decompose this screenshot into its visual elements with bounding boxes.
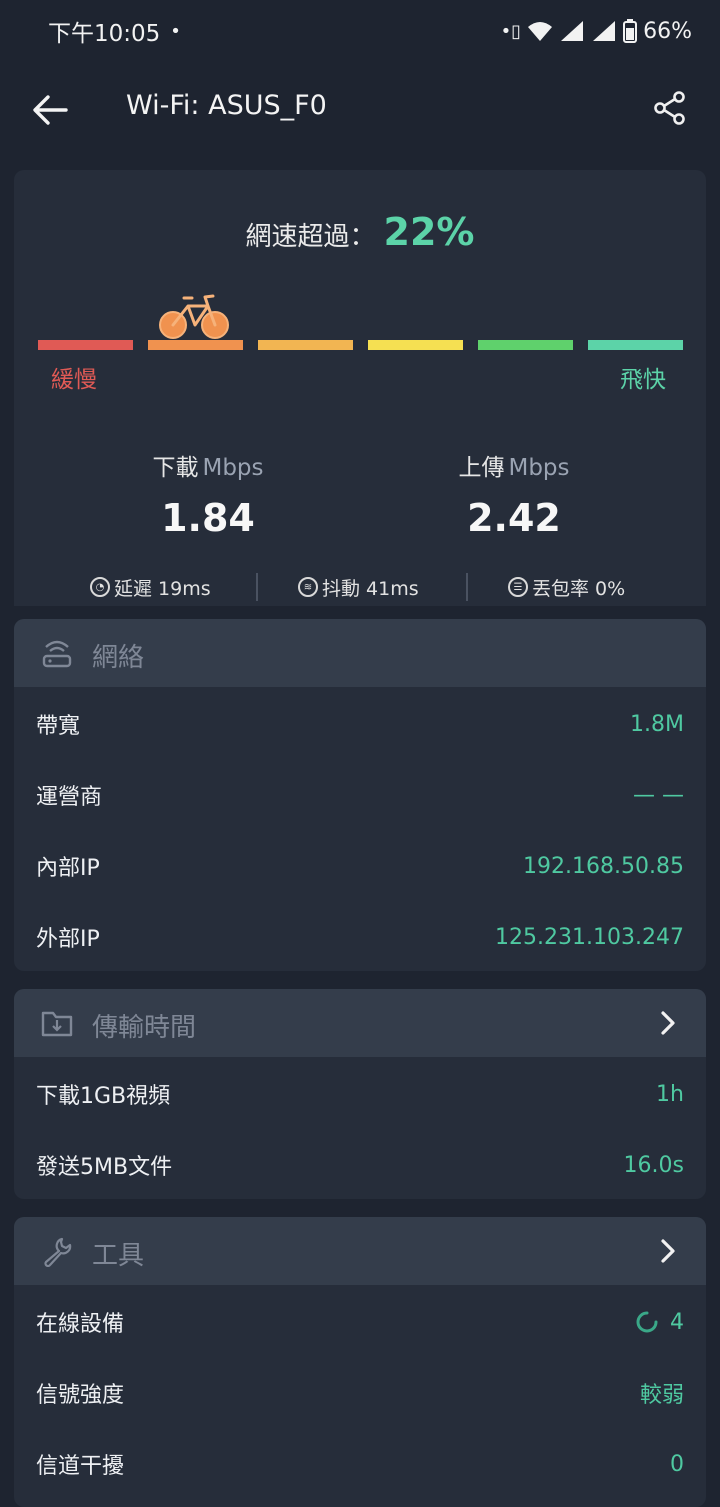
tools-row-signal-strength[interactable]: 信號強度 較弱 [14,1358,706,1428]
row-value: 4 [670,1309,684,1335]
wifi-icon [528,22,553,41]
battery-level: 66% [643,18,692,44]
row-label: 帶寬 [36,714,81,739]
router-icon [42,640,72,668]
chevron-right-icon[interactable] [654,1009,682,1037]
network-row-internal-ip: 內部IP 192.168.50.85 [14,831,706,901]
network-row-bandwidth: 帶寬 1.8M [14,689,706,759]
tools-row-channel-interference[interactable]: 信道干擾 0 [14,1429,706,1499]
transfer-header[interactable]: 傳輸時間 [14,989,706,1057]
row-label: 信號強度 [36,1383,125,1408]
upload-unit: Mbps [508,455,570,481]
packet-loss-stat: ☰ 丟包率 0% [508,574,625,601]
tools-row-online-devices[interactable]: 在線設備 4 [14,1287,706,1357]
row-value: 192.168.50.85 [523,853,684,879]
transfer-time-card[interactable]: 傳輸時間 下載1GB視頻 1h 發送5MB文件 16.0s [14,989,706,1199]
network-row-carrier: 運營商 — — [14,760,706,830]
speed-level-segment [38,340,133,350]
row-value: 125.231.103.247 [495,924,684,950]
page-title: Wi-Fi: ASUS_F0 [126,90,327,121]
quality-stats: ◔ 延遲 19ms ≋ 抖動 41ms ☰ 丟包率 0% [14,572,706,602]
upload-value: 2.42 [467,496,561,540]
tools-card[interactable]: 工具 在線設備 4 信號強度 較弱 信道干擾 0 [14,1217,706,1507]
speed-level-bar [38,340,683,352]
battery-icon [623,19,638,43]
network-row-external-ip: 外部IP 125.231.103.247 [14,902,706,972]
speed-rank-percent: 22% [383,210,475,254]
wrench-icon [44,1237,72,1267]
status-time: 下午10:05 [48,21,161,47]
row-label: 內部IP [36,856,100,881]
download-value: 1.84 [161,496,255,540]
status-icons: •▯ 66% [501,19,692,44]
arrow-left-icon[interactable] [30,90,70,130]
speed-level-segment [478,340,573,350]
tools-header[interactable]: 工具 [14,1217,706,1285]
latency-stat: ◔ 延遲 19ms [90,574,211,601]
row-label: 信道干擾 [36,1454,125,1479]
transfer-title: 傳輸時間 [92,1013,197,1043]
share-icon[interactable] [652,90,688,126]
row-value: 1h [656,1081,684,1107]
transfer-row-video: 下載1GB視頻 1h [14,1059,706,1129]
download-folder-icon [41,1011,73,1037]
status-bar: 下午10:05 • •▯ 66% [0,0,720,62]
upload-metric: 上傳 Mbps 2.42 [394,448,634,540]
packet-loss-value: 丟包率 0% [532,577,626,600]
speed-headline: 網速超過： 22% [14,210,706,254]
upload-label: 上傳 [458,455,505,481]
row-label: 在線設備 [36,1312,125,1337]
speed-level-segment [368,340,463,350]
vibrate-icon: •▯ [500,20,522,42]
bicycle-icon [159,294,229,339]
speed-level-segment [588,340,683,350]
chevron-right-icon[interactable] [654,1237,682,1265]
packet-loss-icon: ☰ [508,577,528,597]
signal-2-icon [593,21,616,41]
row-value: 1.8M [630,711,684,737]
latency-value: 延遲 19ms [114,577,211,600]
row-label: 發送5MB文件 [36,1155,173,1180]
signal-1-icon [561,21,584,41]
row-label: 外部IP [36,927,100,952]
transfer-row-file: 發送5MB文件 16.0s [14,1130,706,1200]
loading-spinner-icon [636,1311,658,1333]
fast-label: 飛快 [620,367,666,393]
stat-divider [466,573,468,601]
speed-level-segment [148,340,243,350]
row-value: 較弱 [639,1383,684,1408]
download-unit: Mbps [202,455,264,481]
jitter-icon: ≋ [298,577,318,597]
row-value: 0 [670,1451,684,1477]
speed-rank-label: 網速超過： [245,222,376,252]
row-label: 運營商 [36,785,103,810]
row-label: 下載1GB視頻 [36,1084,171,1109]
jitter-value: 抖動 41ms [322,577,419,600]
row-value: — — [633,782,684,808]
latency-icon: ◔ [90,577,110,597]
tools-title: 工具 [92,1241,145,1271]
speed-summary-card: 網速超過： 22% 緩慢 飛快 下載 Mbps 1.84 上傳 Mbps 2.42 … [14,170,706,606]
network-header: 網絡 [14,619,706,687]
network-card: 網絡 帶寬 1.8M 運營商 — — 內部IP 192.168.50.85 外部… [14,619,706,971]
slow-label: 緩慢 [51,367,97,393]
app-bar: Wi-Fi: ASUS_F0 [0,62,720,156]
jitter-stat: ≋ 抖動 41ms [298,574,419,601]
download-label: 下載 [152,455,199,481]
download-metric: 下載 Mbps 1.84 [88,448,328,540]
stat-divider [256,573,258,601]
speed-level-segment [258,340,353,350]
status-dot: • [170,20,181,42]
network-title: 網絡 [92,643,145,673]
row-value: 16.0s [623,1152,684,1178]
